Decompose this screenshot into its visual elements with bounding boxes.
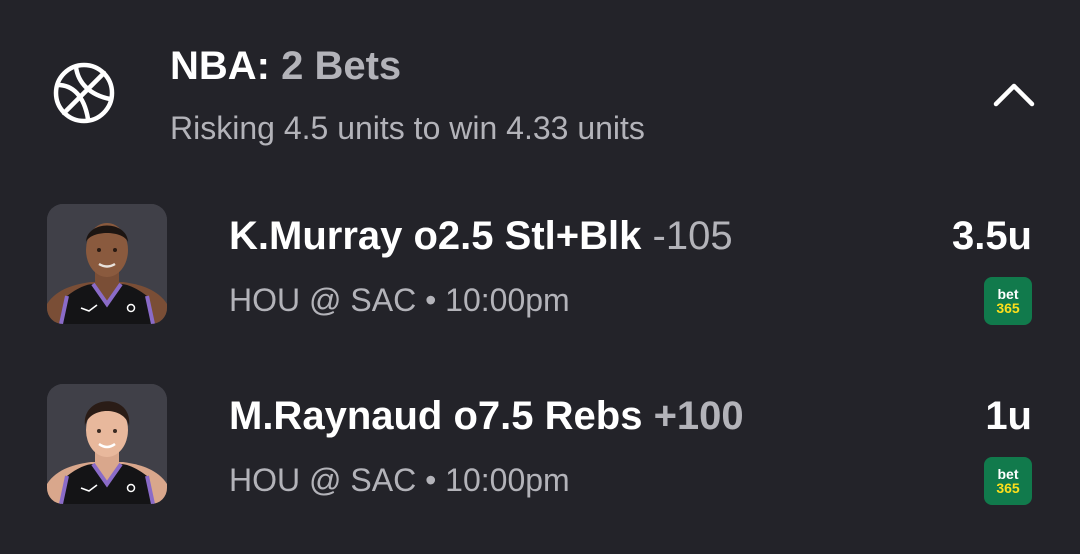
league-title: NBA: 2 Bets	[170, 40, 401, 92]
nba-bets-card: NBA: 2 Bets Risking 4.5 units to win 4.3…	[0, 0, 1080, 554]
game-info: HOU @ SAC • 10:00pm	[229, 462, 570, 498]
bet-row[interactable]: K.Murray o2.5 Stl+Blk -105 HOU @ SAC • 1…	[0, 204, 1080, 334]
league-name: NBA:	[170, 44, 270, 88]
book-label-top: bet	[997, 466, 1019, 482]
bet-count: 2 Bets	[281, 44, 402, 88]
odds: -105	[652, 214, 733, 258]
bet365-badge[interactable]: bet 365	[984, 277, 1032, 325]
book-label-bottom: 365	[996, 300, 1020, 316]
pick-text: K.Murray o2.5 Stl+Blk	[229, 214, 642, 258]
collapse-button[interactable]	[988, 72, 1040, 116]
bet-pick: M.Raynaud o7.5 Rebs +100	[229, 390, 744, 442]
basketball-icon	[52, 61, 116, 125]
player-avatar	[47, 204, 167, 324]
player-avatar	[47, 384, 167, 504]
risk-summary: Risking 4.5 units to win 4.33 units	[170, 110, 645, 146]
stake-units: 1u	[985, 394, 1032, 438]
odds: +100	[653, 394, 744, 438]
pick-text: M.Raynaud o7.5 Rebs	[229, 394, 643, 438]
stake-units: 3.5u	[951, 214, 1032, 258]
bet365-badge[interactable]: bet 365	[984, 457, 1032, 505]
bet-pick: K.Murray o2.5 Stl+Blk -105	[229, 210, 733, 262]
book-label-bottom: 365	[996, 480, 1020, 496]
chevron-up-icon	[993, 83, 1035, 107]
bet-row[interactable]: M.Raynaud o7.5 Rebs +100 HOU @ SAC • 10:…	[0, 384, 1080, 514]
book-label-top: bet	[997, 286, 1019, 302]
game-info: HOU @ SAC • 10:00pm	[229, 282, 570, 318]
